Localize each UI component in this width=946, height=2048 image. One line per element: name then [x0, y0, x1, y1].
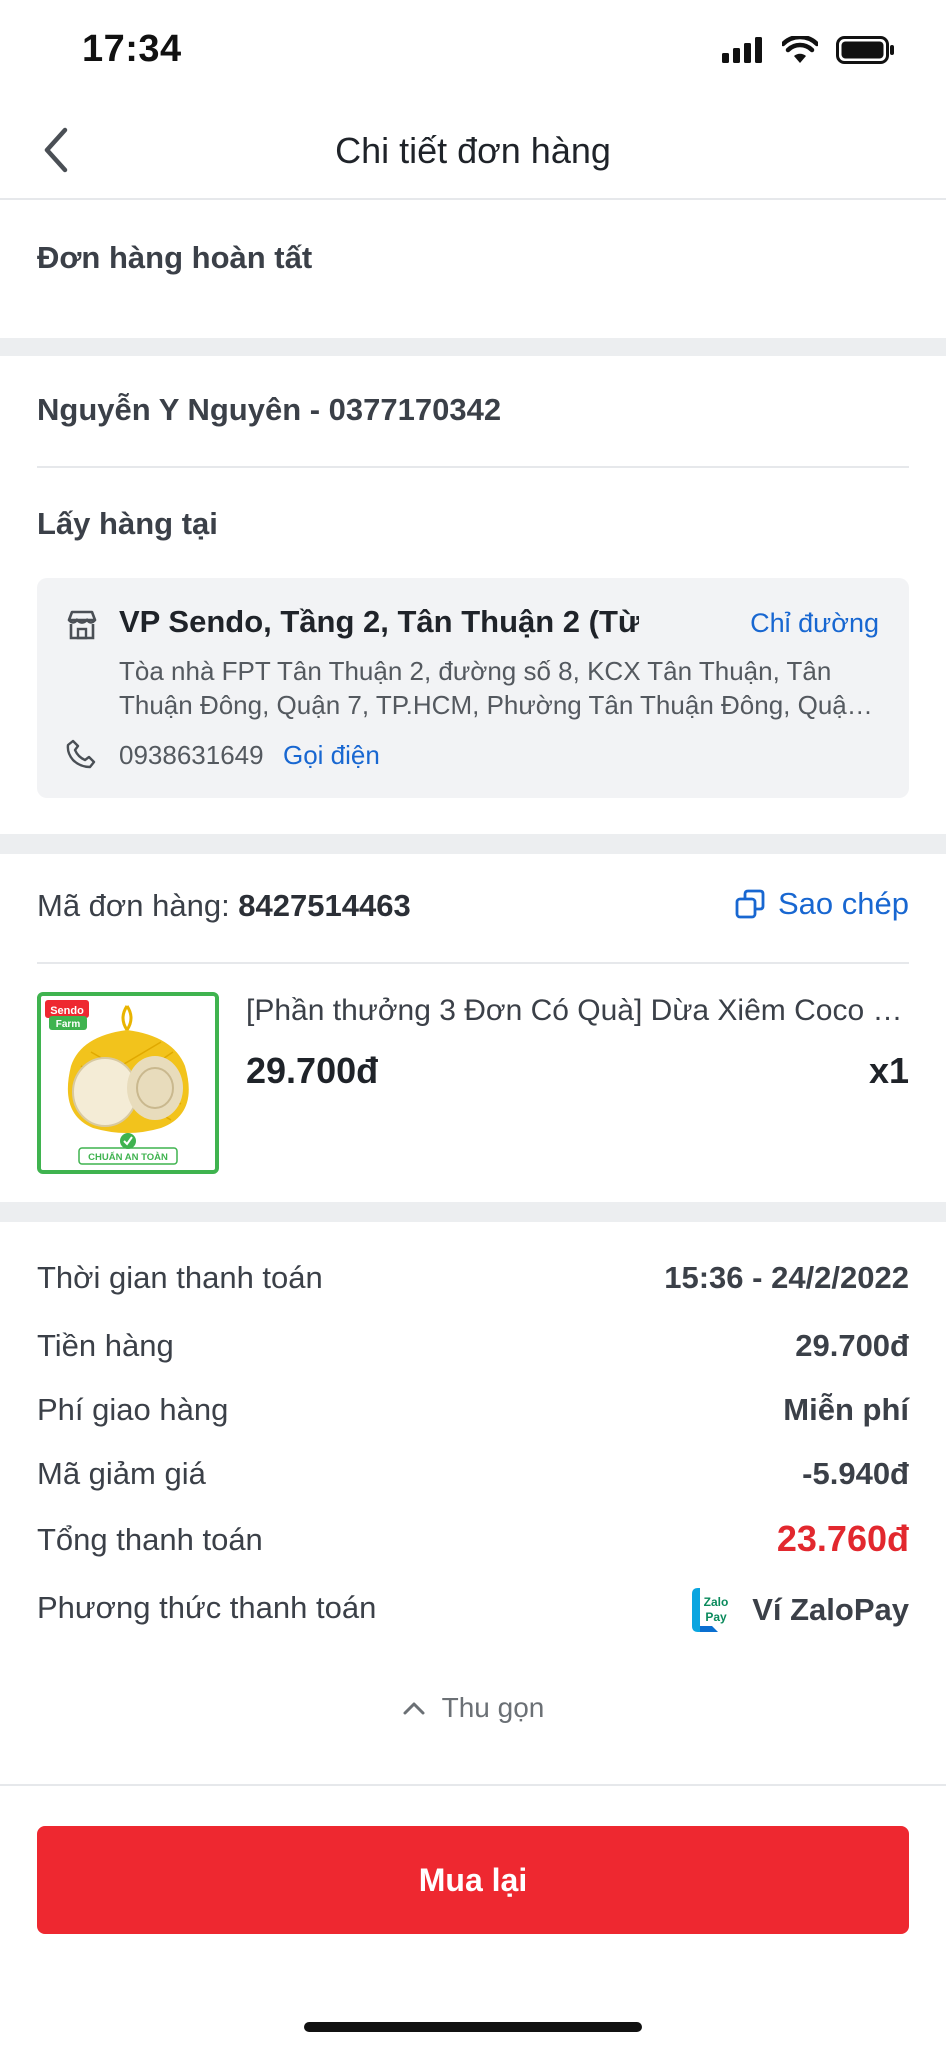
zalopay-logo-icon: Zalo Pay	[688, 1584, 741, 1636]
product-name[interactable]: [Phần thưởng 3 Đơn Có Quà] Dừa Xiêm Coco…	[246, 994, 912, 1028]
copy-label: Sao chép	[778, 886, 909, 921]
order-status-text: Đơn hàng hoàn tất	[37, 240, 313, 275]
total-label: Tổng thanh toán	[37, 1522, 263, 1557]
brand-badge-sub: Farm	[56, 1019, 81, 1030]
directions-link[interactable]: Chỉ đường	[750, 608, 879, 639]
shipping-fee-label: Phí giao hàng	[37, 1392, 229, 1427]
product-price: 29.700đ	[246, 1050, 379, 1091]
zalo-logo-bottom: Pay	[706, 1610, 728, 1624]
payment-time-row: Thời gian thanh toán 15:36 - 24/2/2022	[37, 1260, 909, 1304]
wifi-icon	[782, 36, 818, 63]
home-indicator	[304, 2022, 642, 2032]
divider	[37, 466, 909, 468]
subtotal-label: Tiền hàng	[37, 1328, 174, 1363]
payment-time-value: 15:36 - 24/2/2022	[664, 1260, 909, 1295]
zalo-logo-top: Zalo	[704, 1595, 729, 1609]
subtotal-row: Tiền hàng 29.700đ	[37, 1328, 909, 1372]
status-icons	[722, 36, 896, 64]
order-status-section: Đơn hàng hoàn tất	[0, 202, 946, 338]
store-phone: 0938631649	[119, 740, 264, 770]
copy-icon	[735, 889, 765, 919]
status-time: 17:34	[82, 28, 182, 70]
payment-method-row: Phương thức thanh toán Zalo Pay Ví ZaloP…	[37, 1584, 909, 1636]
discount-row: Mã giảm giá -5.940đ	[37, 1456, 909, 1500]
discount-label: Mã giảm giá	[37, 1456, 206, 1491]
payment-time-label: Thời gian thanh toán	[37, 1260, 323, 1295]
store-icon	[67, 610, 97, 640]
section-divider	[0, 1202, 946, 1222]
copy-button[interactable]: Sao chép	[734, 886, 909, 922]
payment-method-value: Ví ZaloPay	[752, 1592, 909, 1627]
cellular-signal-icon	[722, 37, 762, 63]
product-quantity: x1	[868, 1050, 909, 1091]
product-image[interactable]: Sendo Farm CHUẨN AN TOÀN	[37, 992, 219, 1174]
subtotal-value: 29.700đ	[795, 1328, 909, 1363]
store-address: Tòa nhà FPT Tân Thuận 2, đường số 8, KCX…	[119, 656, 862, 720]
brand-badge: Sendo	[50, 1005, 84, 1017]
payment-summary: Thời gian thanh toán 15:36 - 24/2/2022 T…	[0, 1222, 946, 1784]
chevron-up-icon	[403, 1702, 425, 1715]
order-section: Mã đơn hàng: 8427514463 Sao chép Sendo F…	[0, 854, 946, 1202]
total-value: 23.760đ	[776, 1518, 909, 1559]
payment-method: Zalo Pay Ví ZaloPay	[688, 1584, 909, 1636]
page-title: Chi tiết đơn hàng	[335, 130, 611, 171]
pickup-label: Lấy hàng tại	[37, 506, 218, 541]
order-code: Mã đơn hàng: 8427514463	[37, 888, 411, 924]
bottom-action-bar: Mua lại	[0, 1784, 946, 2048]
section-divider	[0, 834, 946, 854]
nav-bar: Chi tiết đơn hàng	[0, 100, 946, 200]
customer-name-phone: Nguyễn Y Nguyên - 0377170342	[37, 392, 502, 427]
collapse-button[interactable]: Thu gọn	[0, 1692, 946, 1724]
collapse-label: Thu gọn	[441, 1692, 545, 1723]
discount-value: -5.940đ	[802, 1456, 909, 1491]
battery-icon	[836, 36, 894, 64]
order-code-label: Mã đơn hàng:	[37, 888, 239, 923]
store-card: VP Sendo, Tầng 2, Tân Thuận 2 (Từ Chỉ đư…	[37, 578, 909, 798]
phone-icon	[66, 739, 96, 769]
status-bar: 17:34	[0, 0, 946, 100]
divider	[37, 962, 909, 964]
shipping-fee-value: Miễn phí	[783, 1392, 909, 1427]
shipping-fee-row: Phí giao hàng Miễn phí	[37, 1392, 909, 1436]
safety-label: CHUẨN AN TOÀN	[88, 1151, 168, 1163]
total-row: Tổng thanh toán 23.760đ	[37, 1518, 909, 1566]
order-code-value: 8427514463	[238, 888, 411, 923]
payment-method-label: Phương thức thanh toán	[37, 1590, 377, 1625]
buy-again-button[interactable]: Mua lại	[37, 1826, 909, 1934]
pickup-section: Nguyễn Y Nguyên - 0377170342 Lấy hàng tạ…	[0, 356, 946, 834]
store-name: VP Sendo, Tầng 2, Tân Thuận 2 (Từ	[119, 604, 639, 639]
coconut-product-image: Sendo Farm CHUẨN AN TOÀN	[45, 1000, 189, 1165]
section-divider	[0, 338, 946, 356]
call-link[interactable]: Gọi điện	[283, 740, 380, 771]
